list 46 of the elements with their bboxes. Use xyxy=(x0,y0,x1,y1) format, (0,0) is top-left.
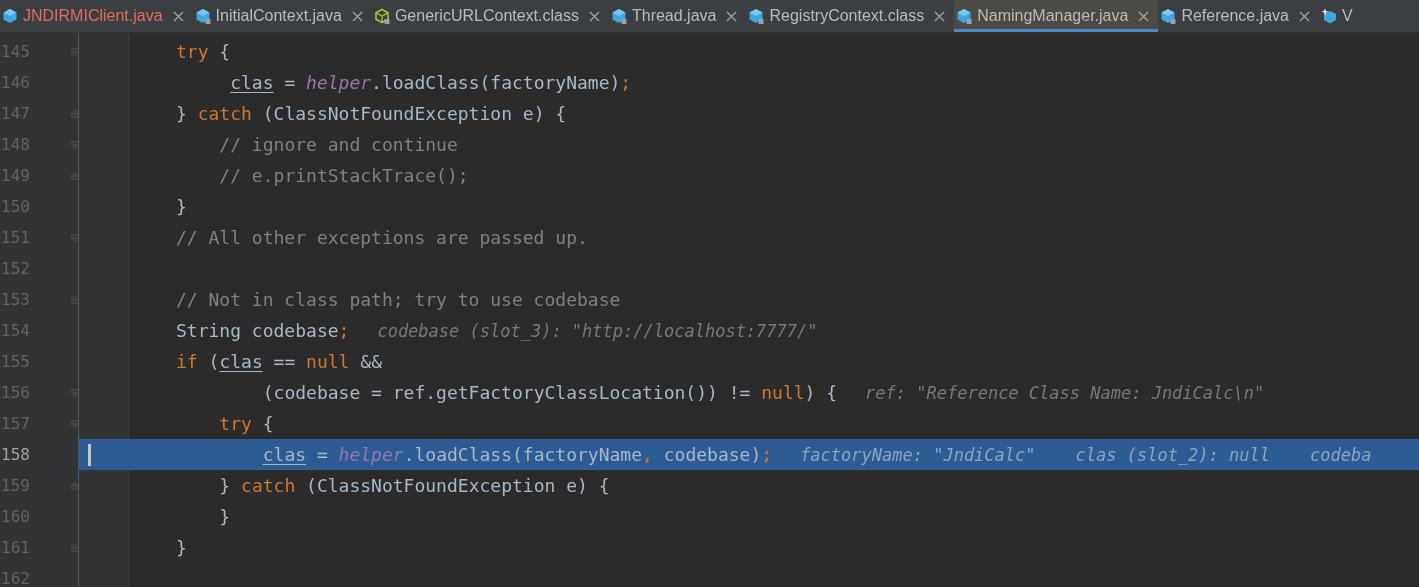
code-line: if (clas == null && xyxy=(176,351,382,372)
code-line: } catch (ClassNotFoundException e) { xyxy=(176,103,567,124)
close-icon[interactable] xyxy=(172,10,184,22)
close-icon[interactable] xyxy=(1138,10,1150,22)
code-line: clas = helper.loadClass(factoryName, codebase); xyxy=(261,444,773,465)
tab[interactable]: InitialContext.java xyxy=(192,0,372,32)
code-line: clas = helper.loadClass(factoryName); xyxy=(229,72,632,93)
inline-hint: codebase (slot_3): "http://localhost:7777/" xyxy=(377,320,818,341)
star-cube-icon xyxy=(1321,7,1338,25)
code-line: // Not in class path; try to use codebase xyxy=(176,289,621,310)
tab[interactable]: Thread.java xyxy=(608,0,747,32)
code-line: // e.printStackTrace(); xyxy=(218,165,469,186)
line-number: 158 xyxy=(0,445,30,464)
code-line: } xyxy=(218,506,231,527)
code-line: } catch (ClassNotFoundException e) { xyxy=(218,475,610,496)
tab[interactable]: JNDIRMIClient.java xyxy=(0,0,193,32)
tab[interactable]: NamingManager.java xyxy=(954,0,1159,32)
inline-hint: codeba xyxy=(1310,444,1372,465)
close-icon[interactable] xyxy=(351,10,363,22)
tab[interactable]: V xyxy=(1319,0,1368,32)
code-line: (codebase = ref.getFactoryClassLocation()) != null) { xyxy=(261,382,838,403)
tab[interactable]: GenericURLContext.class xyxy=(371,0,609,32)
cube-icon xyxy=(748,7,766,25)
code-line: try { xyxy=(176,41,231,62)
tab[interactable]: Reference.java xyxy=(1158,0,1319,32)
close-icon[interactable] xyxy=(934,10,946,22)
code-line: try { xyxy=(218,413,274,434)
tab[interactable]: RegistryContext.class xyxy=(746,0,955,32)
code-line: } xyxy=(176,196,187,217)
cube-icon xyxy=(194,7,212,25)
code-line: // All other exceptions are passed up. xyxy=(176,227,588,248)
cube-icon xyxy=(956,7,974,25)
close-icon[interactable] xyxy=(588,10,600,22)
cube-outline-icon xyxy=(373,7,391,25)
inline-hint: ref: "Reference Class Name: JndiCalc\n" xyxy=(865,382,1265,403)
cube-icon xyxy=(1160,7,1178,25)
cube-icon xyxy=(2,7,19,25)
close-icon[interactable] xyxy=(726,10,738,22)
inline-hint: clas (slot_2): null xyxy=(1075,444,1270,465)
cube-icon xyxy=(610,7,628,25)
inline-hint: factoryName: "JndiCalc" xyxy=(800,444,1036,465)
close-icon[interactable] xyxy=(1299,10,1310,22)
code-line: String codebase; xyxy=(176,320,350,341)
code-line: } xyxy=(176,537,187,558)
execution-marker xyxy=(88,443,91,466)
code-line: // ignore and continue xyxy=(218,134,458,155)
